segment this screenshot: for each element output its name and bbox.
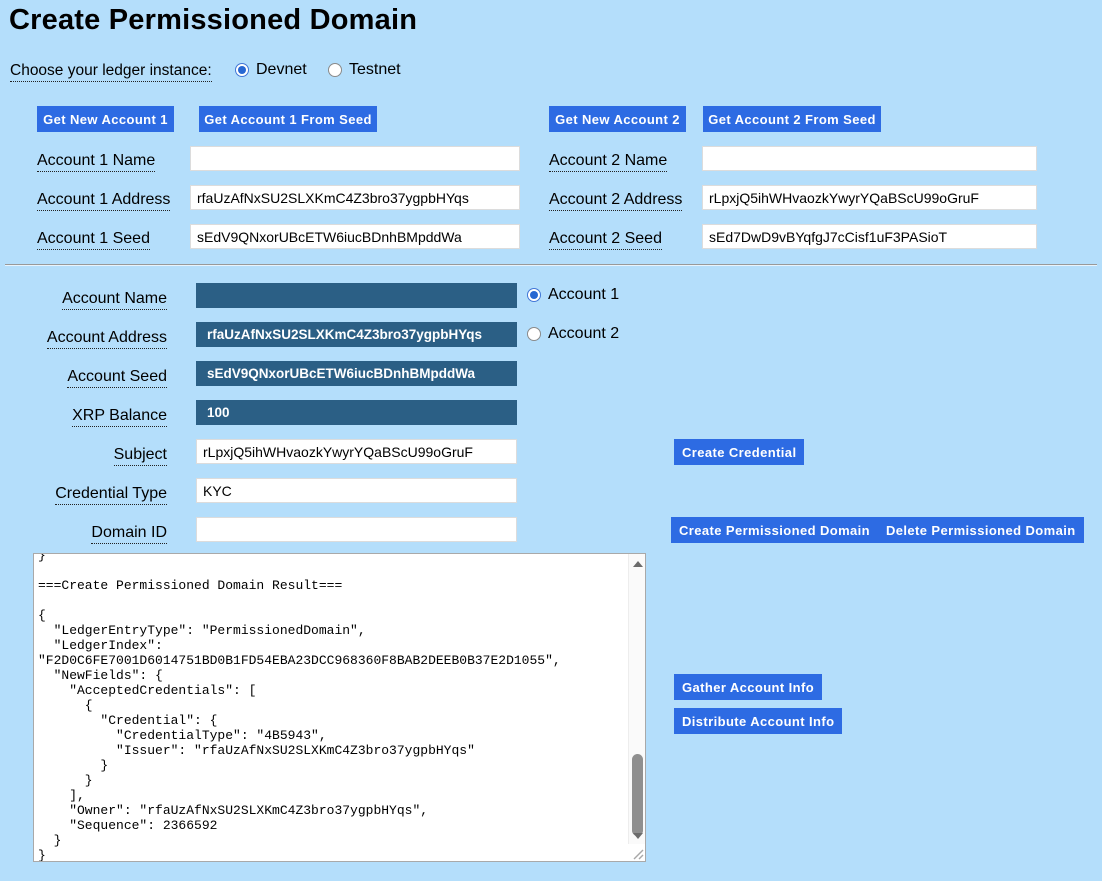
account-name-label: Account Name (7, 290, 167, 308)
account2-address-input[interactable] (702, 185, 1037, 210)
create-credential-button[interactable]: Create Credential (674, 439, 804, 465)
account1-address-input[interactable] (190, 185, 520, 210)
get-new-account1-button[interactable]: Get New Account 1 (37, 106, 174, 132)
account1-address-label: Account 1 Address (37, 191, 170, 209)
scroll-down-icon[interactable] (629, 828, 646, 844)
account-seed-label: Account Seed (7, 368, 167, 386)
devnet-radio-group[interactable]: Devnet (235, 61, 307, 79)
account-seed-field[interactable] (196, 361, 517, 386)
account-address-label: Account Address (7, 329, 167, 347)
account1-radio-label[interactable]: Account 1 (548, 286, 619, 304)
account1-seed-label: Account 1 Seed (37, 230, 150, 248)
gather-account-info-button[interactable]: Gather Account Info (674, 674, 822, 700)
subject-input[interactable] (196, 439, 517, 464)
scrollbar-thumb[interactable] (632, 754, 643, 836)
account1-name-label: Account 1 Name (37, 152, 155, 170)
account2-radio-label[interactable]: Account 2 (548, 325, 619, 343)
distribute-account-info-button[interactable]: Distribute Account Info (674, 708, 842, 734)
credential-type-input[interactable] (196, 478, 517, 503)
devnet-radio-label[interactable]: Devnet (256, 61, 307, 79)
account2-address-label: Account 2 Address (549, 191, 682, 209)
create-permissioned-domain-page: Create Permissioned Domain Choose your l… (0, 0, 1102, 881)
resize-grip-icon[interactable] (629, 845, 644, 860)
account-name-field[interactable] (196, 283, 517, 308)
testnet-radio-label[interactable]: Testnet (349, 61, 401, 79)
account2-seed-input[interactable] (702, 224, 1037, 249)
result-text: } ===Create Permissioned Domain Result==… (38, 553, 625, 862)
account2-seed-label: Account 2 Seed (549, 230, 662, 248)
subject-label: Subject (7, 446, 167, 464)
ledger-instance-label: Choose your ledger instance: (10, 62, 212, 80)
account-address-field[interactable] (196, 322, 517, 347)
domain-id-label: Domain ID (7, 524, 167, 542)
account2-radio-group[interactable]: Account 2 (527, 325, 619, 343)
xrp-balance-label: XRP Balance (7, 407, 167, 425)
scroll-up-icon[interactable] (629, 556, 646, 572)
result-scrollbar[interactable] (628, 554, 645, 844)
account1-radio-icon[interactable] (527, 288, 541, 302)
account1-seed-input[interactable] (190, 224, 520, 249)
result-textarea[interactable]: } ===Create Permissioned Domain Result==… (33, 553, 646, 862)
account2-name-label: Account 2 Name (549, 152, 667, 170)
get-account2-from-seed-button[interactable]: Get Account 2 From Seed (703, 106, 881, 132)
page-title: Create Permissioned Domain (9, 4, 417, 37)
domain-id-input[interactable] (196, 517, 517, 542)
devnet-radio-icon[interactable] (235, 63, 249, 77)
testnet-radio-icon[interactable] (328, 63, 342, 77)
get-new-account2-button[interactable]: Get New Account 2 (549, 106, 686, 132)
delete-permissioned-domain-button[interactable]: Delete Permissioned Domain (878, 517, 1084, 543)
section-divider (5, 264, 1097, 266)
account2-radio-icon[interactable] (527, 327, 541, 341)
account1-radio-group[interactable]: Account 1 (527, 286, 619, 304)
credential-type-label: Credential Type (7, 485, 167, 503)
account2-name-input[interactable] (702, 146, 1037, 171)
testnet-radio-group[interactable]: Testnet (328, 61, 401, 79)
get-account1-from-seed-button[interactable]: Get Account 1 From Seed (199, 106, 377, 132)
xrp-balance-field[interactable] (196, 400, 517, 425)
account1-name-input[interactable] (190, 146, 520, 171)
create-permissioned-domain-button[interactable]: Create Permissioned Domain (671, 517, 878, 543)
